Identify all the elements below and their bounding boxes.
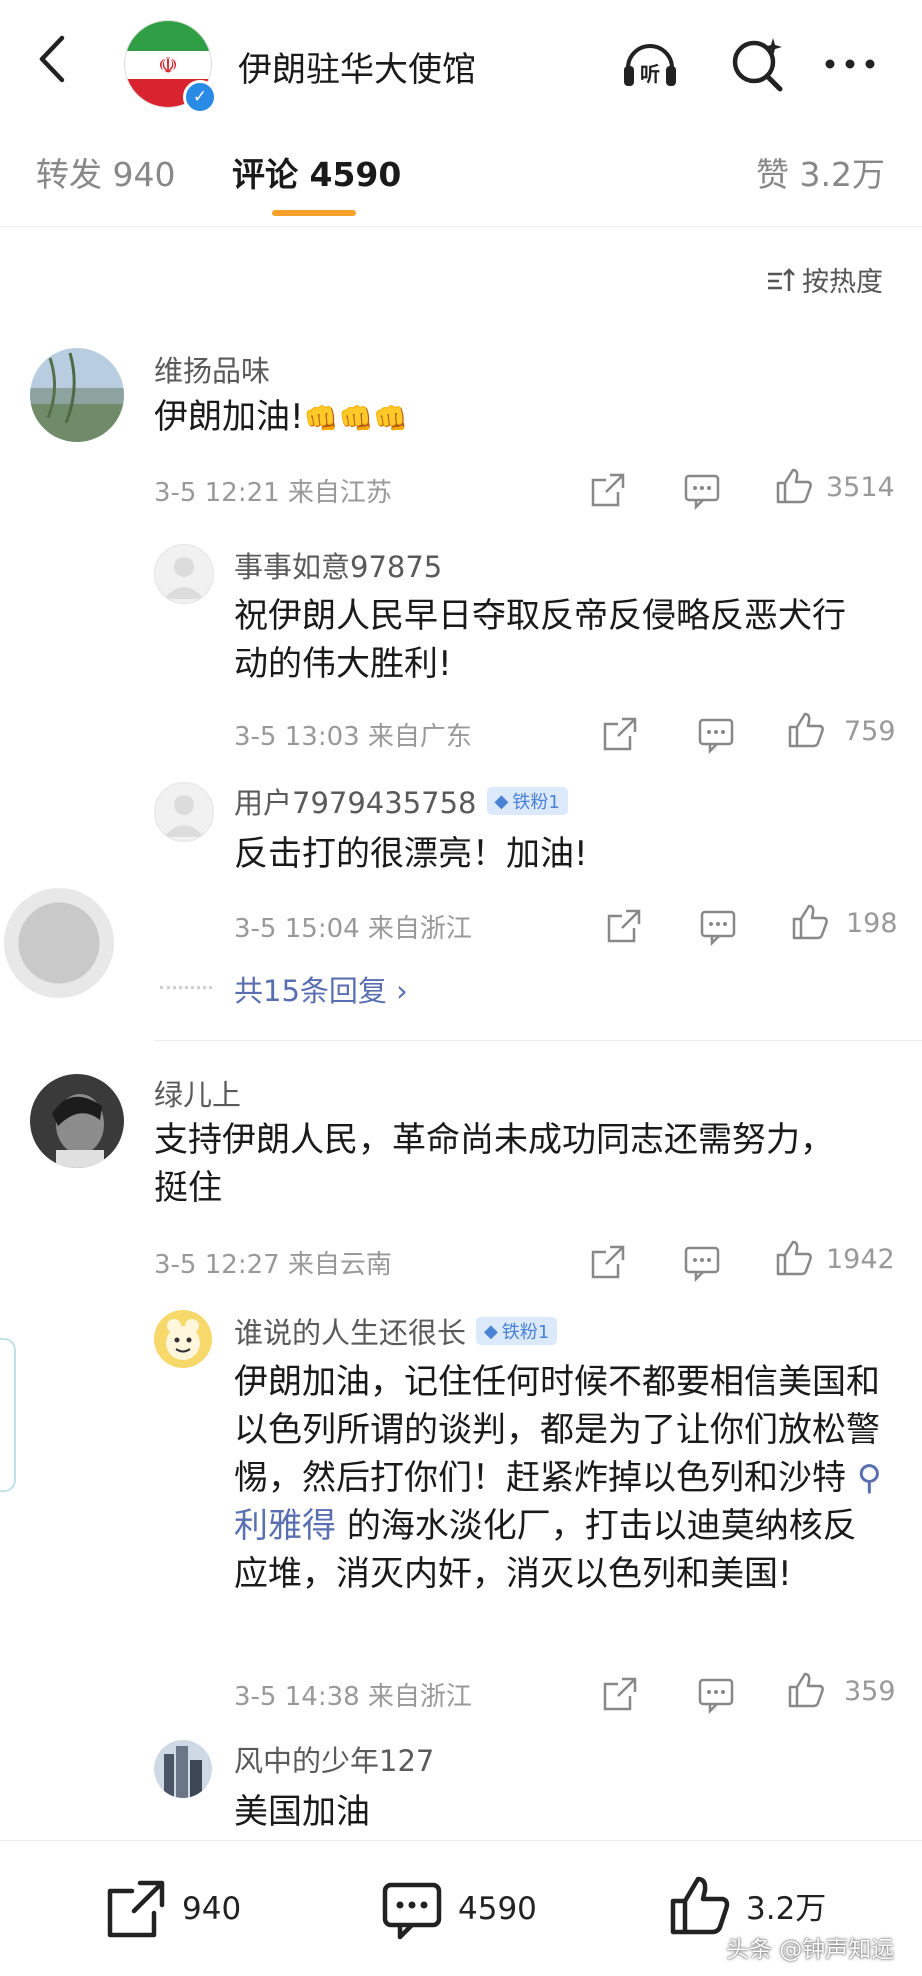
more-icon[interactable] bbox=[820, 34, 880, 94]
like-icon[interactable] bbox=[790, 902, 830, 942]
comment-count: 4590 bbox=[458, 1891, 537, 1927]
divider bbox=[154, 1040, 922, 1041]
like-count: 1942 bbox=[826, 1244, 895, 1275]
reply-username[interactable]: 用户7979435758 bbox=[234, 780, 477, 822]
listen-icon[interactable]: 听 bbox=[620, 34, 680, 94]
page-title: 伊朗驻华大使馆 bbox=[238, 50, 476, 90]
tab-comments[interactable]: 评论 4590 bbox=[232, 148, 401, 196]
comment-icon[interactable] bbox=[682, 1242, 722, 1283]
avatar[interactable] bbox=[30, 348, 124, 442]
default-avatar-icon[interactable] bbox=[154, 782, 214, 842]
comment-meta: 3-5 12:27 来自云南 bbox=[154, 1250, 392, 1280]
avatar[interactable] bbox=[154, 1310, 212, 1368]
like-count: 198 bbox=[846, 908, 898, 939]
avatar[interactable] bbox=[154, 1740, 212, 1798]
diamond-icon: ◆ bbox=[494, 790, 509, 812]
reply-meta: 3-5 15:04 来自浙江 bbox=[234, 914, 472, 944]
edge-handle[interactable] bbox=[0, 1338, 16, 1492]
reply-username[interactable]: 风中的少年127 bbox=[234, 1738, 434, 1780]
sort-label: 按热度 bbox=[802, 267, 883, 298]
comment-icon[interactable] bbox=[696, 1674, 736, 1715]
reply-username[interactable]: 谁说的人生还很长 bbox=[234, 1310, 466, 1352]
repost-count: 940 bbox=[182, 1891, 242, 1927]
avatar[interactable] bbox=[30, 1074, 124, 1168]
reply-text: 伊朗加油，记住任何时候不都要相信美国和以色列所谓的谈判，都是为了让你们放松警惕，… bbox=[234, 1362, 882, 1594]
like-count: 3514 bbox=[826, 472, 895, 503]
floating-assistive-button[interactable] bbox=[4, 888, 114, 998]
top-bar: ☫ ✓ 伊朗驻华大使馆 听 bbox=[0, 0, 922, 119]
watermark: 头条 @钟声知远 bbox=[726, 1937, 895, 1963]
diamond-icon: ◆ bbox=[484, 1320, 498, 1342]
comment-meta: 3-5 12:21 来自江苏 bbox=[154, 478, 392, 508]
comment-text: 伊朗加油!👊👊👊 bbox=[154, 397, 409, 437]
like-icon bbox=[670, 1876, 730, 1935]
svg-text:听: 听 bbox=[640, 62, 660, 86]
sort-toggle[interactable]: 按热度 bbox=[766, 260, 883, 299]
reply-meta: 3-5 13:03 来自广东 bbox=[234, 722, 472, 752]
replies-dots bbox=[160, 986, 212, 989]
search-sparkle-icon[interactable] bbox=[728, 34, 788, 94]
like-icon[interactable] bbox=[774, 1238, 814, 1278]
like-icon[interactable] bbox=[786, 710, 826, 750]
reply-text: 反击打的很漂亮！加油! bbox=[234, 834, 588, 874]
reply-text: 祝伊朗人民早日夺取反帝反侵略反恶犬行动的伟大胜利! bbox=[234, 596, 846, 684]
reply-text: 美国加油 bbox=[234, 1792, 370, 1832]
fan-badge: ◆ 铁粉1 bbox=[476, 1317, 558, 1345]
verified-badge-icon: ✓ bbox=[183, 80, 217, 114]
tab-bar: 转发 940 评论 4590 赞 3.2万 bbox=[0, 118, 922, 227]
share-icon[interactable] bbox=[588, 1242, 628, 1282]
share-icon[interactable] bbox=[604, 906, 644, 946]
like-count: 359 bbox=[844, 1676, 896, 1707]
tab-reposts[interactable]: 转发 940 bbox=[36, 148, 175, 196]
like-button[interactable]: 3.2万 bbox=[668, 1873, 826, 1937]
reply-header: 谁说的人生还很长 ◆ 铁粉1 bbox=[234, 1310, 558, 1352]
like-icon[interactable] bbox=[774, 466, 814, 506]
comment-icon bbox=[382, 1882, 442, 1940]
sort-icon bbox=[768, 267, 795, 291]
reply-meta: 3-5 14:38 来自浙江 bbox=[234, 1682, 472, 1712]
default-avatar-icon[interactable] bbox=[154, 544, 214, 604]
comment-username[interactable]: 维扬品味 bbox=[154, 348, 270, 390]
share-icon[interactable] bbox=[600, 714, 640, 754]
reply-username[interactable]: 事事如意97875 bbox=[234, 544, 442, 586]
svg-text:☫: ☫ bbox=[158, 54, 178, 79]
back-arrow-icon[interactable] bbox=[34, 34, 74, 84]
comment-text: 支持伊朗人民，革命尚未成功同志还需努力，挺住 bbox=[154, 1120, 834, 1208]
view-more-replies-link[interactable]: 共15条回复 › bbox=[234, 968, 408, 1010]
share-icon bbox=[107, 1880, 165, 1938]
like-icon[interactable] bbox=[786, 1670, 826, 1710]
search-icon: ⚲ bbox=[856, 1458, 882, 1498]
comment-username[interactable]: 绿儿上 bbox=[154, 1072, 241, 1114]
like-count: 759 bbox=[844, 716, 896, 747]
comment-button[interactable]: 4590 bbox=[380, 1877, 537, 1941]
fist-emoji-icon: 👊👊👊 bbox=[303, 402, 409, 435]
like-count: 3.2万 bbox=[746, 1890, 827, 1927]
comment-icon[interactable] bbox=[696, 714, 736, 755]
fan-badge: ◆ 铁粉1 bbox=[486, 787, 568, 815]
share-icon[interactable] bbox=[600, 1674, 640, 1714]
share-icon[interactable] bbox=[588, 470, 628, 510]
comment-icon[interactable] bbox=[682, 470, 722, 511]
tab-likes[interactable]: 赞 3.2万 bbox=[756, 148, 885, 196]
active-tab-indicator bbox=[272, 210, 356, 216]
comment-icon[interactable] bbox=[698, 906, 738, 947]
repost-button[interactable]: 940 bbox=[104, 1877, 241, 1941]
reply-header: 用户7979435758 ◆ 铁粉1 bbox=[234, 780, 568, 822]
